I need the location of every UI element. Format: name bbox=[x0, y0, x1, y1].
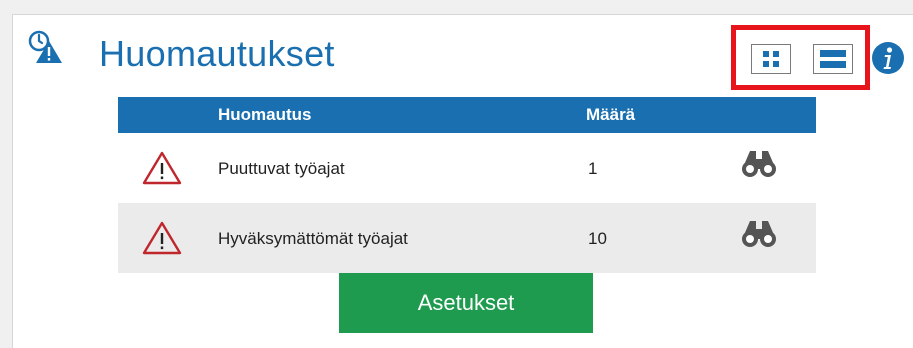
notifications-widget: Huomautukset Huomautus Määrä Puuttuvat t… bbox=[12, 14, 913, 348]
table-row: Puuttuvat työajat 1 bbox=[118, 133, 816, 203]
info-icon[interactable] bbox=[871, 41, 905, 75]
grid-view-button[interactable] bbox=[751, 44, 791, 74]
notification-count: 1 bbox=[588, 159, 598, 178]
notification-name: Puuttuvat työajat bbox=[218, 159, 345, 178]
binoculars-icon[interactable] bbox=[740, 149, 778, 179]
table-row: Hyväksymättömät työajat 10 bbox=[118, 203, 816, 273]
list-view-button[interactable] bbox=[813, 44, 853, 74]
clock-warning-icon bbox=[28, 30, 62, 63]
notification-name: Hyväksymättömät työajat bbox=[218, 229, 408, 248]
column-header-notification: Huomautus bbox=[218, 105, 312, 124]
binoculars-icon[interactable] bbox=[740, 219, 778, 249]
notification-count: 10 bbox=[588, 229, 607, 248]
column-header-count: Määrä bbox=[586, 105, 636, 124]
list-view-icon bbox=[820, 50, 846, 68]
warning-icon bbox=[142, 151, 182, 185]
table-header: Huomautus Määrä bbox=[118, 97, 816, 133]
grid-view-icon bbox=[763, 51, 779, 67]
settings-button[interactable]: Asetukset bbox=[339, 273, 593, 333]
warning-icon bbox=[142, 221, 182, 255]
view-toggle-highlight bbox=[731, 25, 870, 90]
notifications-table: Huomautus Määrä Puuttuvat työajat 1 Hyvä… bbox=[118, 97, 816, 273]
widget-title: Huomautukset bbox=[99, 33, 335, 74]
